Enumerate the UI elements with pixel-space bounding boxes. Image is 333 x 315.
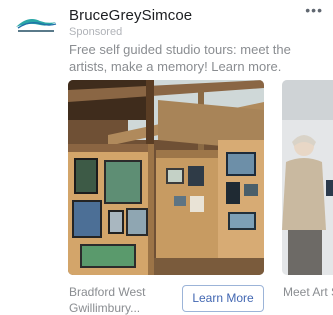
sponsored-label: Sponsored — [69, 26, 123, 38]
artist-people-photo[interactable] — [282, 80, 333, 275]
ad-carousel[interactable]: Bradford West Gwillimbury... Learn More — [68, 80, 333, 315]
learn-more-button[interactable]: Learn More — [182, 285, 264, 312]
card-headline[interactable]: Meet Art Septemb — [283, 284, 333, 300]
advertiser-name[interactable]: BruceGreySimcoe — [69, 7, 192, 24]
art-studio-interior-photo[interactable] — [68, 80, 264, 275]
card-headline[interactable]: Bradford West Gwillimbury... — [69, 284, 174, 315]
sponsored-carousel-ad: BruceGreySimcoe Sponsored ••• Free self … — [0, 0, 333, 315]
brucegreysimcoe-logo-icon[interactable] — [14, 12, 58, 36]
more-options-icon[interactable]: ••• — [305, 3, 323, 17]
ad-body-text: Free self guided studio tours: meet the … — [69, 42, 291, 74]
